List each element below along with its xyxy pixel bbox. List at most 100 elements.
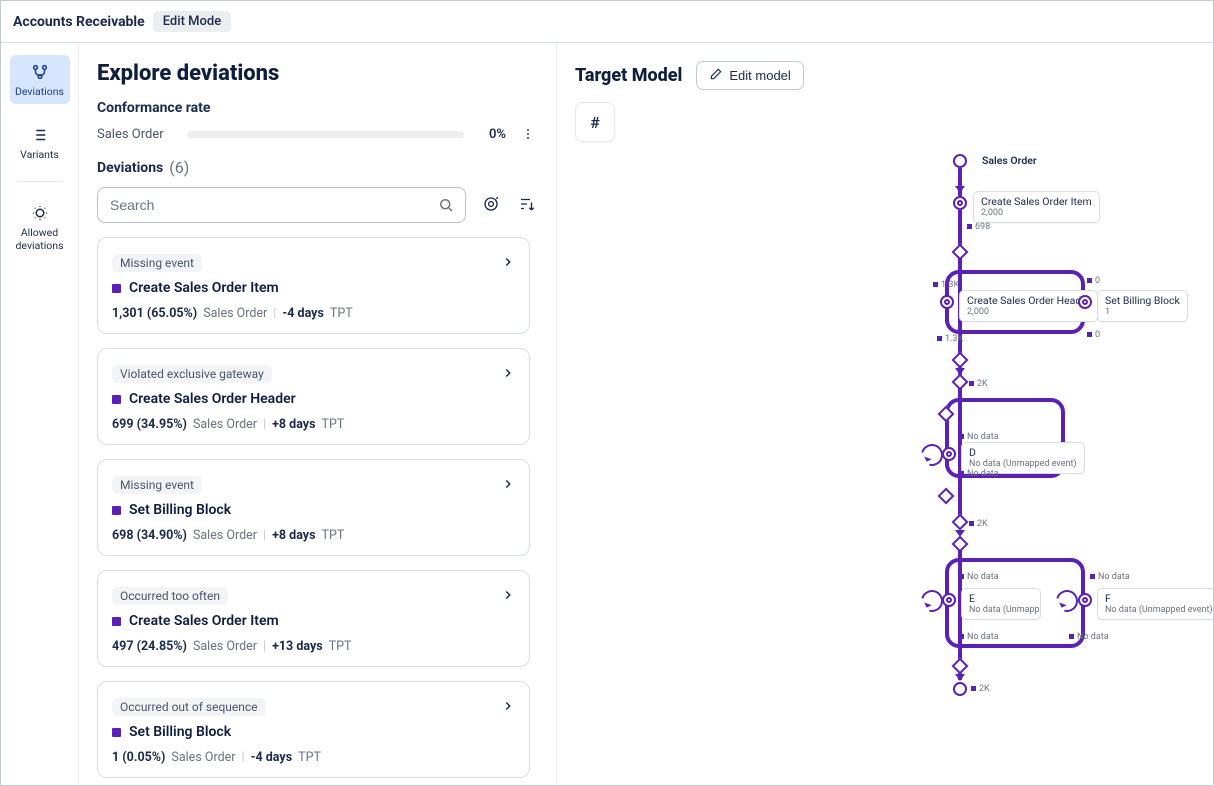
series-swatch xyxy=(112,284,121,293)
deviation-card[interactable]: Violated exclusive gateway Create Sales … xyxy=(97,348,530,445)
node-sub: 2,000 xyxy=(981,208,1092,219)
deviation-title: Create Sales Order Item xyxy=(129,613,279,629)
deviation-count: 1 (0.05%) xyxy=(112,750,165,765)
node-sub: 1 xyxy=(1105,307,1180,318)
deviation-card[interactable]: Occurred too often Create Sales Order It… xyxy=(97,570,530,667)
list-icon xyxy=(31,126,49,144)
deviation-tpt: +8 days xyxy=(272,417,315,432)
chevron-right-icon[interactable] xyxy=(501,698,515,717)
tpt-suffix: TPT xyxy=(329,639,352,654)
gear-icon xyxy=(31,204,49,222)
gateway-icon xyxy=(952,658,969,675)
deviation-series: Sales Order xyxy=(193,417,257,432)
target-title: Target Model xyxy=(575,65,682,86)
deviation-tag: Missing event xyxy=(112,476,202,494)
sidebar-item-variants[interactable]: Variants xyxy=(10,118,70,167)
edge-label: No data xyxy=(967,632,999,642)
node-f[interactable]: F No data (Unmapped event) xyxy=(1097,588,1213,620)
deviation-tpt: -4 days xyxy=(282,306,324,321)
kebab-icon[interactable] xyxy=(518,124,538,144)
edge-label: No data xyxy=(967,469,999,479)
deviation-card[interactable]: Occurred out of sequence Set Billing Blo… xyxy=(97,681,530,778)
deviation-tag: Occurred too often xyxy=(112,587,228,605)
series-swatch xyxy=(112,617,121,626)
edit-model-button[interactable]: Edit model xyxy=(696,61,803,90)
node-a[interactable]: Create Sales Order Item 2,000 xyxy=(973,191,1100,223)
deviation-count: 698 (34.90%) xyxy=(112,528,187,543)
chevron-right-icon[interactable] xyxy=(501,365,515,384)
deviation-series: Sales Order xyxy=(193,528,257,543)
node-b[interactable]: Create Sales Order Header 2,000 xyxy=(959,290,1098,322)
series-swatch xyxy=(112,728,121,737)
activity-icon xyxy=(942,593,956,607)
conformance-label: Conformance rate xyxy=(97,100,538,116)
divider xyxy=(18,181,62,182)
edge-label: 2K xyxy=(977,379,988,389)
edge-label: 0 xyxy=(1095,330,1100,340)
search-field[interactable] xyxy=(97,187,466,223)
sidebar: Deviations Variants Allowed deviations xyxy=(1,43,79,785)
sidebar-item-label: Deviations xyxy=(15,85,64,98)
deviation-title: Set Billing Block xyxy=(129,502,231,518)
sort-icon[interactable] xyxy=(518,195,538,215)
node-sub: No data (Unmapped ever xyxy=(969,605,1033,616)
edge-label: No data xyxy=(967,572,999,582)
edge-label: 1.3K xyxy=(945,334,963,344)
sidebar-item-deviations[interactable]: Deviations xyxy=(10,55,70,104)
tpt-suffix: TPT xyxy=(298,750,321,765)
deviation-list: Missing event Create Sales Order Item 1,… xyxy=(97,237,542,785)
target-icon[interactable] xyxy=(482,195,502,215)
tpt-suffix: TPT xyxy=(322,528,345,543)
chevron-right-icon[interactable] xyxy=(501,587,515,606)
chevron-right-icon[interactable] xyxy=(501,254,515,273)
sidebar-item-label: Variants xyxy=(20,148,59,161)
deviation-count: 699 (34.95%) xyxy=(112,417,187,432)
deviation-title: Create Sales Order Item xyxy=(129,280,279,296)
activity-icon xyxy=(1078,593,1092,607)
tpt-suffix: TPT xyxy=(330,306,353,321)
deviation-count: 497 (24.85%) xyxy=(112,639,187,654)
deviation-title: Set Billing Block xyxy=(129,724,231,740)
node-title: D xyxy=(969,446,1077,459)
gateway-icon xyxy=(938,488,955,505)
activity-icon xyxy=(940,295,954,309)
edge-label: 1.3K xyxy=(941,280,959,290)
deviation-card[interactable]: Missing event Set Billing Block 698 (34.… xyxy=(97,459,530,556)
series-swatch xyxy=(112,506,121,515)
deviation-title: Create Sales Order Header xyxy=(129,391,296,407)
mode-badge: Edit Mode xyxy=(153,11,231,32)
node-e[interactable]: E No data (Unmapped ever xyxy=(961,588,1041,620)
end-event-icon xyxy=(953,682,967,696)
edge-label: 698 xyxy=(975,222,990,232)
deviation-tag: Missing event xyxy=(112,254,202,272)
node-title: Create Sales Order Item xyxy=(981,195,1092,208)
search-input[interactable] xyxy=(110,197,453,213)
process-canvas[interactable]: Sales Order Create Sales Order Item 2,00… xyxy=(575,154,1195,785)
deviation-tag: Violated exclusive gateway xyxy=(112,365,272,383)
node-sub: No data (Unmapped event) xyxy=(1105,605,1213,616)
deviation-count: 1,301 (65.05%) xyxy=(112,306,197,321)
deviations-count: (6) xyxy=(169,158,189,177)
activity-icon xyxy=(1078,295,1092,309)
explore-title: Explore deviations xyxy=(97,61,538,86)
deviation-series: Sales Order xyxy=(203,306,267,321)
start-node-label: Sales Order xyxy=(975,151,1044,170)
chevron-right-icon[interactable] xyxy=(501,476,515,495)
series-swatch xyxy=(112,395,121,404)
deviations-label: Deviations xyxy=(97,160,163,176)
tpt-suffix: TPT xyxy=(322,417,345,432)
activity-icon xyxy=(942,447,956,461)
deviation-card[interactable]: Missing event Create Sales Order Item 1,… xyxy=(97,237,530,334)
node-title: Set Billing Block xyxy=(1105,294,1180,307)
node-sub: 2,000 xyxy=(967,307,1090,318)
conformance-pct: 0% xyxy=(476,127,506,142)
sidebar-item-label: Allowed deviations xyxy=(10,226,70,252)
node-c[interactable]: Set Billing Block 1 xyxy=(1097,290,1188,322)
deviation-tpt: +8 days xyxy=(272,528,315,543)
deviation-series: Sales Order xyxy=(171,750,235,765)
node-title: Create Sales Order Header xyxy=(967,294,1090,307)
sidebar-item-allowed-deviations[interactable]: Allowed deviations xyxy=(10,196,70,258)
search-icon xyxy=(437,196,455,218)
hash-button[interactable]: # xyxy=(575,102,615,142)
deviation-series: Sales Order xyxy=(193,639,257,654)
